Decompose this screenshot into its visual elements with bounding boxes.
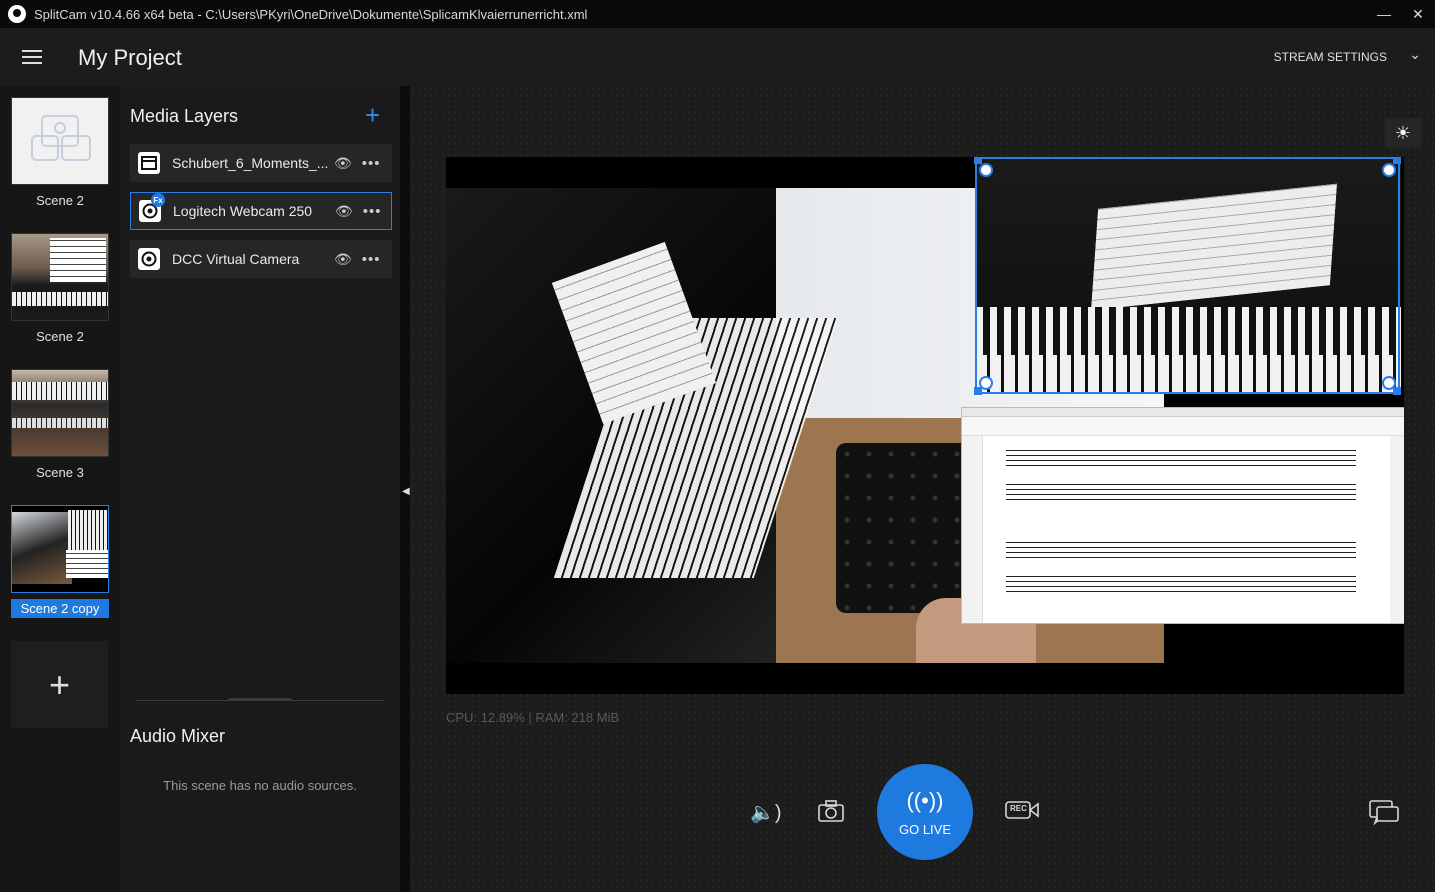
scene-item[interactable]: Scene 2 xyxy=(11,97,109,208)
more-options-icon[interactable]: ••• xyxy=(362,155,381,172)
webcam-icon: Fx xyxy=(139,193,165,222)
app-header: My Project STREAM SETTINGS ⌄ xyxy=(0,28,1435,86)
scene-thumbnail[interactable] xyxy=(11,369,109,457)
chat-icon[interactable] xyxy=(1369,800,1399,832)
go-live-label: GO LIVE xyxy=(898,821,952,837)
preview-canvas[interactable] xyxy=(446,157,1404,694)
collapse-divider[interactable]: ◀ xyxy=(400,86,410,892)
fx-badge: Fx xyxy=(151,193,165,207)
chevron-down-icon[interactable]: ⌄ xyxy=(1409,46,1421,63)
scene-thumbnail[interactable] xyxy=(11,505,109,593)
layer-name: DCC Virtual Camera xyxy=(172,251,300,267)
corner-handle[interactable] xyxy=(1393,157,1401,164)
resize-handle[interactable] xyxy=(979,163,993,177)
corner-handle[interactable] xyxy=(974,387,982,395)
splitter-handle[interactable] xyxy=(228,698,292,701)
scene-label: Scene 2 xyxy=(36,193,84,208)
scene-thumbnail[interactable] xyxy=(11,97,109,185)
scene-label: Scene 2 xyxy=(36,329,84,344)
scene-item-active[interactable]: Scene 2 copy xyxy=(11,505,109,618)
title-bar: SplitCam v10.4.66 x64 beta - C:\Users\PK… xyxy=(0,0,1435,28)
volume-icon[interactable]: 🔈) xyxy=(750,800,782,825)
broadcast-icon: ((•)) xyxy=(906,787,944,813)
scene-label: Scene 3 xyxy=(36,465,84,480)
media-layers-panel: Media Layers + Schubert_6_Moments_... 👁 … xyxy=(120,86,400,892)
scene-label: Scene 2 copy xyxy=(11,599,109,618)
corner-handle[interactable] xyxy=(974,157,982,164)
audio-mixer-title: Audio Mixer xyxy=(130,726,226,746)
eye-icon[interactable]: 👁 xyxy=(335,203,353,220)
rec-label: REC xyxy=(1010,804,1027,813)
media-placeholder-icon xyxy=(31,115,91,161)
minimize-button[interactable]: — xyxy=(1367,0,1401,28)
record-button[interactable]: REC xyxy=(1005,800,1039,826)
menu-icon[interactable] xyxy=(22,50,42,64)
selection-box[interactable] xyxy=(974,157,1401,395)
layer-item[interactable]: Schubert_6_Moments_... 👁 ••• xyxy=(130,144,392,182)
camera-snapshot-icon[interactable] xyxy=(818,800,844,828)
stream-settings-button[interactable]: STREAM SETTINGS xyxy=(1274,50,1387,64)
splitcam-logo-icon xyxy=(8,5,26,23)
go-live-button[interactable]: ((•)) GO LIVE xyxy=(877,764,973,860)
close-button[interactable]: ✕ xyxy=(1401,0,1435,28)
eye-icon[interactable]: 👁 xyxy=(334,251,352,268)
performance-stats: CPU: 12.89% | RAM: 218 MiB xyxy=(446,710,620,725)
scene-item[interactable]: Scene 3 xyxy=(11,369,109,480)
layer-name: Schubert_6_Moments_... xyxy=(172,155,328,171)
collapse-left-icon[interactable]: ◀ xyxy=(402,486,410,497)
plus-icon: + xyxy=(48,663,71,705)
scene-item[interactable]: Scene 2 xyxy=(11,233,109,344)
brightness-icon[interactable]: ☀ xyxy=(1385,118,1421,148)
window-capture-icon xyxy=(138,152,160,174)
resize-handle[interactable] xyxy=(1382,163,1396,177)
layer-item-selected[interactable]: Fx Logitech Webcam 250 👁 ••• xyxy=(130,192,392,230)
scenes-panel: Scene 2 Scene 2 Scene 3 Scene 2 copy + xyxy=(0,86,120,892)
window-controls: — ✕ xyxy=(1367,0,1435,28)
layer-item[interactable]: DCC Virtual Camera 👁 ••• xyxy=(130,240,392,278)
project-title: My Project xyxy=(78,45,182,70)
webcam-icon xyxy=(138,248,160,270)
more-options-icon[interactable]: ••• xyxy=(363,203,382,220)
add-scene-button[interactable]: + xyxy=(11,641,108,728)
scene-thumbnail[interactable] xyxy=(11,233,109,321)
more-options-icon[interactable]: ••• xyxy=(362,251,381,268)
eye-icon[interactable]: 👁 xyxy=(334,155,352,172)
audio-empty-message: This scene has no audio sources. xyxy=(163,778,357,793)
media-layers-title: Media Layers xyxy=(130,106,239,126)
sheet-music-window xyxy=(961,407,1404,624)
layer-name: Logitech Webcam 250 xyxy=(173,203,313,219)
add-layer-button[interactable]: + xyxy=(365,100,380,131)
preview-area: ☀ CPU: 12.89% | RAM: 218 MiB 🔈) ((•)) GO… xyxy=(410,86,1435,892)
window-title: SplitCam v10.4.66 x64 beta - C:\Users\PK… xyxy=(34,6,588,22)
corner-handle[interactable] xyxy=(1393,387,1401,395)
bottom-controls: 🔈) ((•)) GO LIVE REC xyxy=(410,764,1435,864)
